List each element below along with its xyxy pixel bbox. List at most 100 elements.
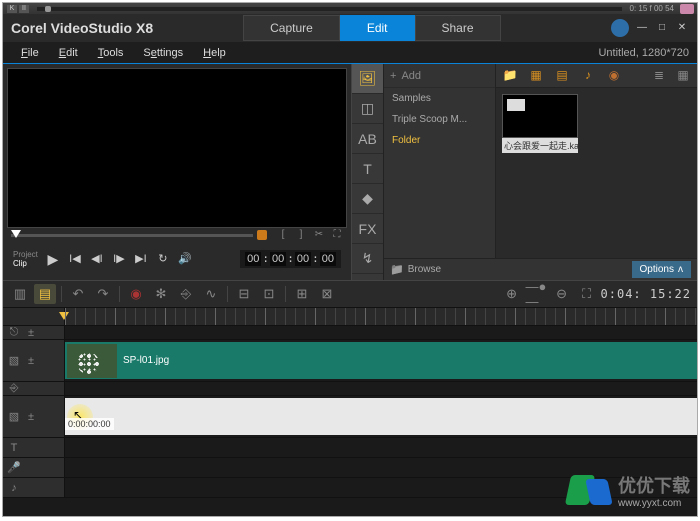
- menu-file[interactable]: File: [11, 44, 49, 62]
- media-grid[interactable]: 心会跟爱一起走.kax: [496, 88, 697, 258]
- watermark-logo-icon: [568, 469, 610, 511]
- video-track[interactable]: ▧± SP-l01.jpg: [3, 340, 697, 382]
- tool-record-icon[interactable]: ◉: [125, 284, 147, 304]
- watermark-url: www.yyxt.com: [618, 498, 690, 509]
- maximize-button[interactable]: □: [655, 22, 669, 34]
- clip-name: SP-l01.jpg: [123, 355, 169, 366]
- play-button[interactable]: ▶: [44, 250, 62, 268]
- filter-photo-icon[interactable]: ▤: [554, 68, 570, 84]
- folder-list: Add Samples Triple Scoop M... Folder: [384, 64, 496, 258]
- tool-marker-icon[interactable]: ⊠: [316, 284, 338, 304]
- overlay-track-head[interactable]: ▧±: [3, 396, 65, 437]
- main-tabs: Capture Edit Share: [243, 15, 500, 41]
- fit-project-icon[interactable]: ⛶: [576, 284, 598, 304]
- menu-edit[interactable]: Edit: [49, 44, 88, 62]
- app-window: K II 0: 15 f 00 54 Corel VideoStudio X8 …: [2, 2, 698, 517]
- timeline-toolbar: ▥ ▤ ↶ ↷ ◉ ✻ ⎆ ∿ ⊟ ⊡ ⊞ ⊠ ⊕ —●— ⊖ ⛶ 0:04: …: [3, 280, 697, 308]
- text-tool-icon[interactable]: T: [352, 154, 383, 184]
- transition-tool-icon[interactable]: ◫: [352, 94, 383, 124]
- thumb-image: [502, 94, 578, 138]
- menu-tools[interactable]: Tools: [88, 44, 134, 62]
- tool-reel-icon[interactable]: ✻: [150, 284, 172, 304]
- clip-thumbnail: [67, 344, 117, 378]
- next-frame-button[interactable]: I▶: [110, 250, 128, 268]
- split-icon[interactable]: ✂: [313, 229, 325, 241]
- title-bar: Corel VideoStudio X8 Capture Edit Share …: [3, 14, 697, 42]
- path-tool-icon[interactable]: ↯: [352, 244, 383, 274]
- preview-timecode[interactable]: 00:00:00:00: [240, 250, 341, 268]
- tool-track-icon[interactable]: ⊞: [291, 284, 313, 304]
- add-folder-button[interactable]: Add: [384, 64, 495, 88]
- zoom-in-icon[interactable]: ⊕: [501, 284, 523, 304]
- tool-audio-icon[interactable]: ∿: [200, 284, 222, 304]
- menu-help[interactable]: Help: [193, 44, 236, 62]
- watermark-title: 优优下载: [618, 472, 690, 498]
- playback-controls: Project Clip ▶ I◀ ◀I I▶ ▶I ↻ 🔊 00:00:00:…: [7, 242, 347, 276]
- timeline-view-icon[interactable]: ▤: [34, 284, 56, 304]
- overlay-gap-icon: ⎆: [7, 382, 21, 395]
- view-grid-icon[interactable]: ▦: [675, 68, 691, 84]
- video-track-head[interactable]: ▧±: [3, 340, 65, 381]
- scrub-end-marker-icon[interactable]: [257, 230, 267, 240]
- filter-video-icon[interactable]: ▦: [528, 68, 544, 84]
- options-button[interactable]: Options ʌ: [632, 261, 691, 278]
- preview-video[interactable]: [7, 68, 347, 228]
- fx-tool-icon[interactable]: FX: [352, 214, 383, 244]
- browse-button[interactable]: Browse: [390, 263, 441, 276]
- tab-share[interactable]: Share: [415, 15, 501, 41]
- tool-chapter-icon[interactable]: ⊟: [233, 284, 255, 304]
- media-tool-icon[interactable]: 🖼: [352, 64, 383, 94]
- video-track-icon: ▧: [7, 354, 21, 367]
- zoom-out-icon[interactable]: ⊖: [551, 284, 573, 304]
- title-track-icon: T: [7, 442, 21, 454]
- undo-button[interactable]: ↶: [67, 284, 89, 304]
- filter-audio-icon[interactable]: ♪: [580, 68, 596, 84]
- expand-icon[interactable]: ⛶: [331, 229, 343, 241]
- scrub-track[interactable]: [11, 234, 253, 237]
- tab-edit[interactable]: Edit: [340, 15, 415, 41]
- timeline-end-time: 0:04: 15:22: [601, 287, 691, 301]
- library-footer: Browse Options ʌ: [384, 258, 697, 280]
- media-thumb[interactable]: 心会跟爱一起走.kax: [502, 94, 578, 153]
- mark-out-icon[interactable]: ]: [295, 229, 307, 241]
- graphic-tool-icon[interactable]: ◆: [352, 184, 383, 214]
- topbar-prev-icon[interactable]: K: [7, 5, 17, 13]
- go-end-button[interactable]: ▶I: [132, 250, 150, 268]
- repeat-button[interactable]: ↻: [154, 250, 172, 268]
- app-title: Corel VideoStudio X8: [11, 20, 153, 36]
- tool-mixer-icon[interactable]: ⎆: [175, 284, 197, 304]
- scrub-playhead-icon[interactable]: [11, 230, 21, 238]
- play-mode[interactable]: Project Clip: [13, 250, 38, 268]
- link-track-icon[interactable]: ⎋: [7, 326, 21, 339]
- title-track[interactable]: T: [3, 438, 697, 458]
- zoom-slider[interactable]: —●—: [526, 284, 548, 304]
- close-button[interactable]: ✕: [675, 22, 689, 34]
- topbar-progress[interactable]: [37, 7, 622, 11]
- volume-button[interactable]: 🔊: [176, 250, 194, 268]
- prev-frame-button[interactable]: ◀I: [88, 250, 106, 268]
- title-tool-icon[interactable]: AB: [352, 124, 383, 154]
- topbar-pause-icon[interactable]: II: [19, 5, 29, 13]
- folder-samples[interactable]: Samples: [384, 88, 495, 109]
- minimize-button[interactable]: —: [635, 22, 649, 34]
- folder-folder[interactable]: Folder: [384, 130, 495, 151]
- menu-settings[interactable]: Settings: [133, 44, 193, 62]
- tab-capture[interactable]: Capture: [243, 15, 340, 41]
- overlay-track[interactable]: ▧± ↖ 0:00:00:00: [3, 396, 697, 438]
- mark-in-icon[interactable]: [: [277, 229, 289, 241]
- topbar-time: 0: 15 f 00 54: [630, 4, 680, 13]
- filter-disc-icon[interactable]: ◉: [606, 68, 622, 84]
- timeline-ruler[interactable]: [3, 308, 697, 326]
- watermark: 优优下载 www.yyxt.com: [568, 469, 690, 511]
- view-list-icon[interactable]: ≣: [651, 68, 667, 84]
- tool-subtitle-icon[interactable]: ⊡: [258, 284, 280, 304]
- storyboard-view-icon[interactable]: ▥: [9, 284, 31, 304]
- blank-clip[interactable]: [65, 398, 697, 435]
- folder-triple[interactable]: Triple Scoop M...: [384, 109, 495, 130]
- go-start-button[interactable]: I◀: [66, 250, 84, 268]
- app-badge-icon[interactable]: [611, 19, 629, 37]
- video-clip[interactable]: SP-l01.jpg: [65, 342, 697, 379]
- redo-button[interactable]: ↷: [92, 284, 114, 304]
- import-folder-icon[interactable]: 📁: [502, 68, 518, 84]
- scrub-bar: [ ] ✂ ⛶: [7, 228, 347, 242]
